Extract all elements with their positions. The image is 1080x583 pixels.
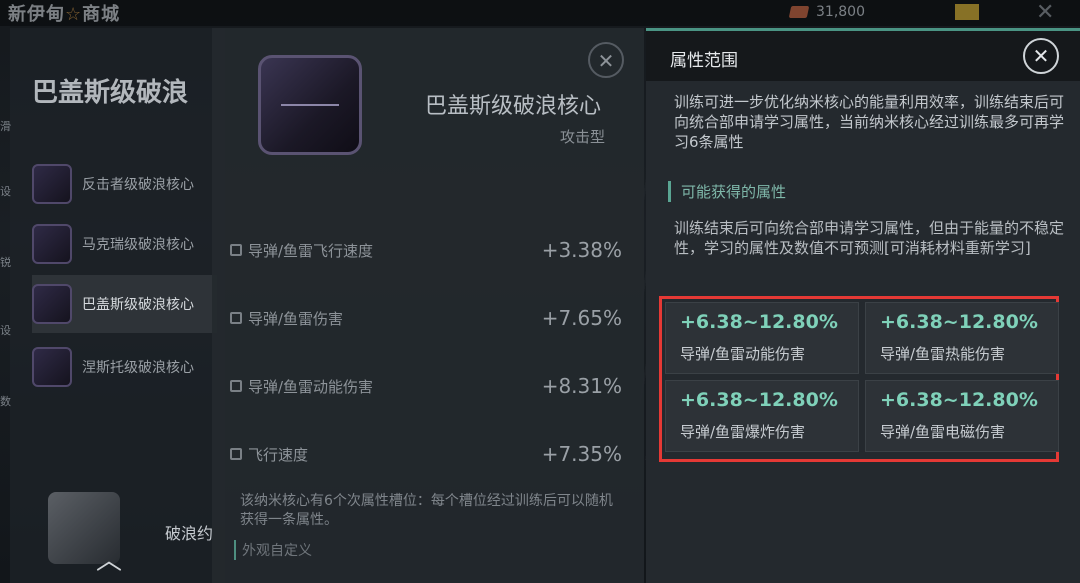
currency-amount: 31,800	[816, 4, 865, 20]
attribute-name: 导弹/鱼雷动能伤害	[680, 345, 806, 363]
currency-display: 31,800	[788, 4, 865, 20]
core-thumbnail	[32, 164, 72, 204]
attribute-range: +6.38~12.80%	[680, 311, 838, 333]
attribute-card: +6.38~12.80% 导弹/鱼雷动能伤害	[665, 302, 859, 374]
side-stub-3: 锐	[0, 256, 11, 269]
attribute-name: 导弹/鱼雷热能伤害	[880, 345, 1006, 363]
attribute-card: +6.38~12.80% 导弹/鱼雷电磁伤害	[865, 380, 1059, 452]
attribute-name: 导弹/鱼雷爆炸伤害	[680, 423, 806, 441]
stat-value: +8.31%	[541, 374, 622, 398]
side-stub-5: 数	[0, 395, 11, 408]
stat-value: +7.35%	[541, 442, 622, 466]
stat-icon	[230, 312, 242, 324]
list-item[interactable]: 反击者级破浪核心	[32, 155, 217, 213]
attribute-range-panel: 属性范围 ✕ 训练可进一步优化纳米核心的能量利用效率，训练结束后可向统合部申请学…	[646, 28, 1080, 583]
section-title: 可能获得的属性	[668, 181, 786, 202]
stat-icon	[230, 448, 242, 460]
attribute-range: +6.38~12.80%	[880, 311, 1038, 333]
shop-title-part1: 新伊甸	[8, 4, 65, 25]
side-stub-1: 滑	[0, 120, 11, 133]
panel-header: 属性范围 ✕	[646, 31, 1080, 81]
list-item-selected[interactable]: 巴盖斯级破浪核心	[32, 275, 217, 333]
attribute-card: +6.38~12.80% 导弹/鱼雷热能伤害	[865, 302, 1059, 374]
list-item[interactable]: 涅斯托级破浪核心	[32, 338, 217, 396]
list-item-label: 马克瑞级破浪核心	[82, 237, 194, 253]
list-item-label: 涅斯托级破浪核心	[82, 360, 194, 376]
stat-icon	[230, 380, 242, 392]
core-list-heading: 巴盖斯级破浪	[32, 78, 189, 108]
top-close-icon[interactable]: ✕	[1036, 0, 1054, 25]
core-thumbnail	[32, 347, 72, 387]
panel-title: 属性范围	[670, 51, 738, 71]
stat-label: 飞行速度	[248, 445, 309, 464]
training-intro: 训练可进一步优化纳米核心的能量利用效率，训练结束后可向统合部申请学习属性，当前纳…	[674, 93, 1065, 151]
list-item-label: 巴盖斯级破浪核心	[82, 297, 194, 313]
stat-label: 导弹/鱼雷飞行速度	[248, 241, 374, 260]
stat-row: 导弹/鱼雷伤害 +7.65%	[230, 306, 622, 330]
side-stub-2: 设	[0, 185, 11, 198]
attribute-range: +6.38~12.80%	[680, 389, 838, 411]
nano-core-icon	[258, 55, 362, 155]
currency-icon	[788, 6, 810, 18]
stat-row: 导弹/鱼雷飞行速度 +3.38%	[230, 238, 622, 262]
stat-value: +3.38%	[541, 238, 622, 262]
attribute-range: +6.38~12.80%	[880, 389, 1038, 411]
slot-description: 该纳米核心有6个次属性槽位：每个槽位经过训练后可以随机获得一条属性。	[240, 493, 613, 528]
shop-title: 新伊甸☆商城	[8, 0, 120, 26]
stat-value: +7.65%	[541, 306, 622, 330]
stat-row: 飞行速度 +7.35%	[230, 442, 622, 466]
detail-close-button[interactable]: ✕	[588, 42, 624, 78]
rank-icon[interactable]	[955, 4, 979, 20]
list-item-label: 反击者级破浪核心	[82, 177, 194, 193]
stat-label: 导弹/鱼雷动能伤害	[248, 377, 374, 396]
side-stub-4: 设	[0, 324, 11, 337]
core-thumbnail	[32, 224, 72, 264]
shop-title-part2: 商城	[82, 4, 121, 25]
section-description: 训练结束后可向统合部申请学习属性，但由于能量的不稳定性，学习的属性及数值不可预测…	[674, 219, 1065, 257]
attribute-highlight-box: +6.38~12.80% 导弹/鱼雷动能伤害 +6.38~12.80% 导弹/鱼…	[659, 296, 1059, 462]
top-bar: 新伊甸☆商城 31,800 ✕	[0, 0, 1080, 26]
core-name: 巴盖斯级破浪核心	[425, 94, 602, 119]
attribute-name: 导弹/鱼雷电磁伤害	[880, 423, 1006, 441]
close-button[interactable]: ✕	[1023, 38, 1059, 74]
core-thumbnail	[32, 284, 72, 324]
attribute-card: +6.38~12.80% 导弹/鱼雷爆炸伤害	[665, 380, 859, 452]
core-type: 攻击型	[560, 128, 606, 146]
star-icon: ☆	[65, 4, 83, 25]
appearance-customize-link[interactable]: 外观自定义	[234, 540, 312, 560]
section-label: 破浪约	[165, 524, 214, 543]
stat-icon	[230, 244, 242, 256]
list-item[interactable]: 马克瑞级破浪核心	[32, 215, 217, 273]
stat-row: 导弹/鱼雷动能伤害 +8.31%	[230, 374, 622, 398]
stat-label: 导弹/鱼雷伤害	[248, 309, 344, 328]
chevron-up-icon[interactable]: ︿	[96, 540, 122, 577]
